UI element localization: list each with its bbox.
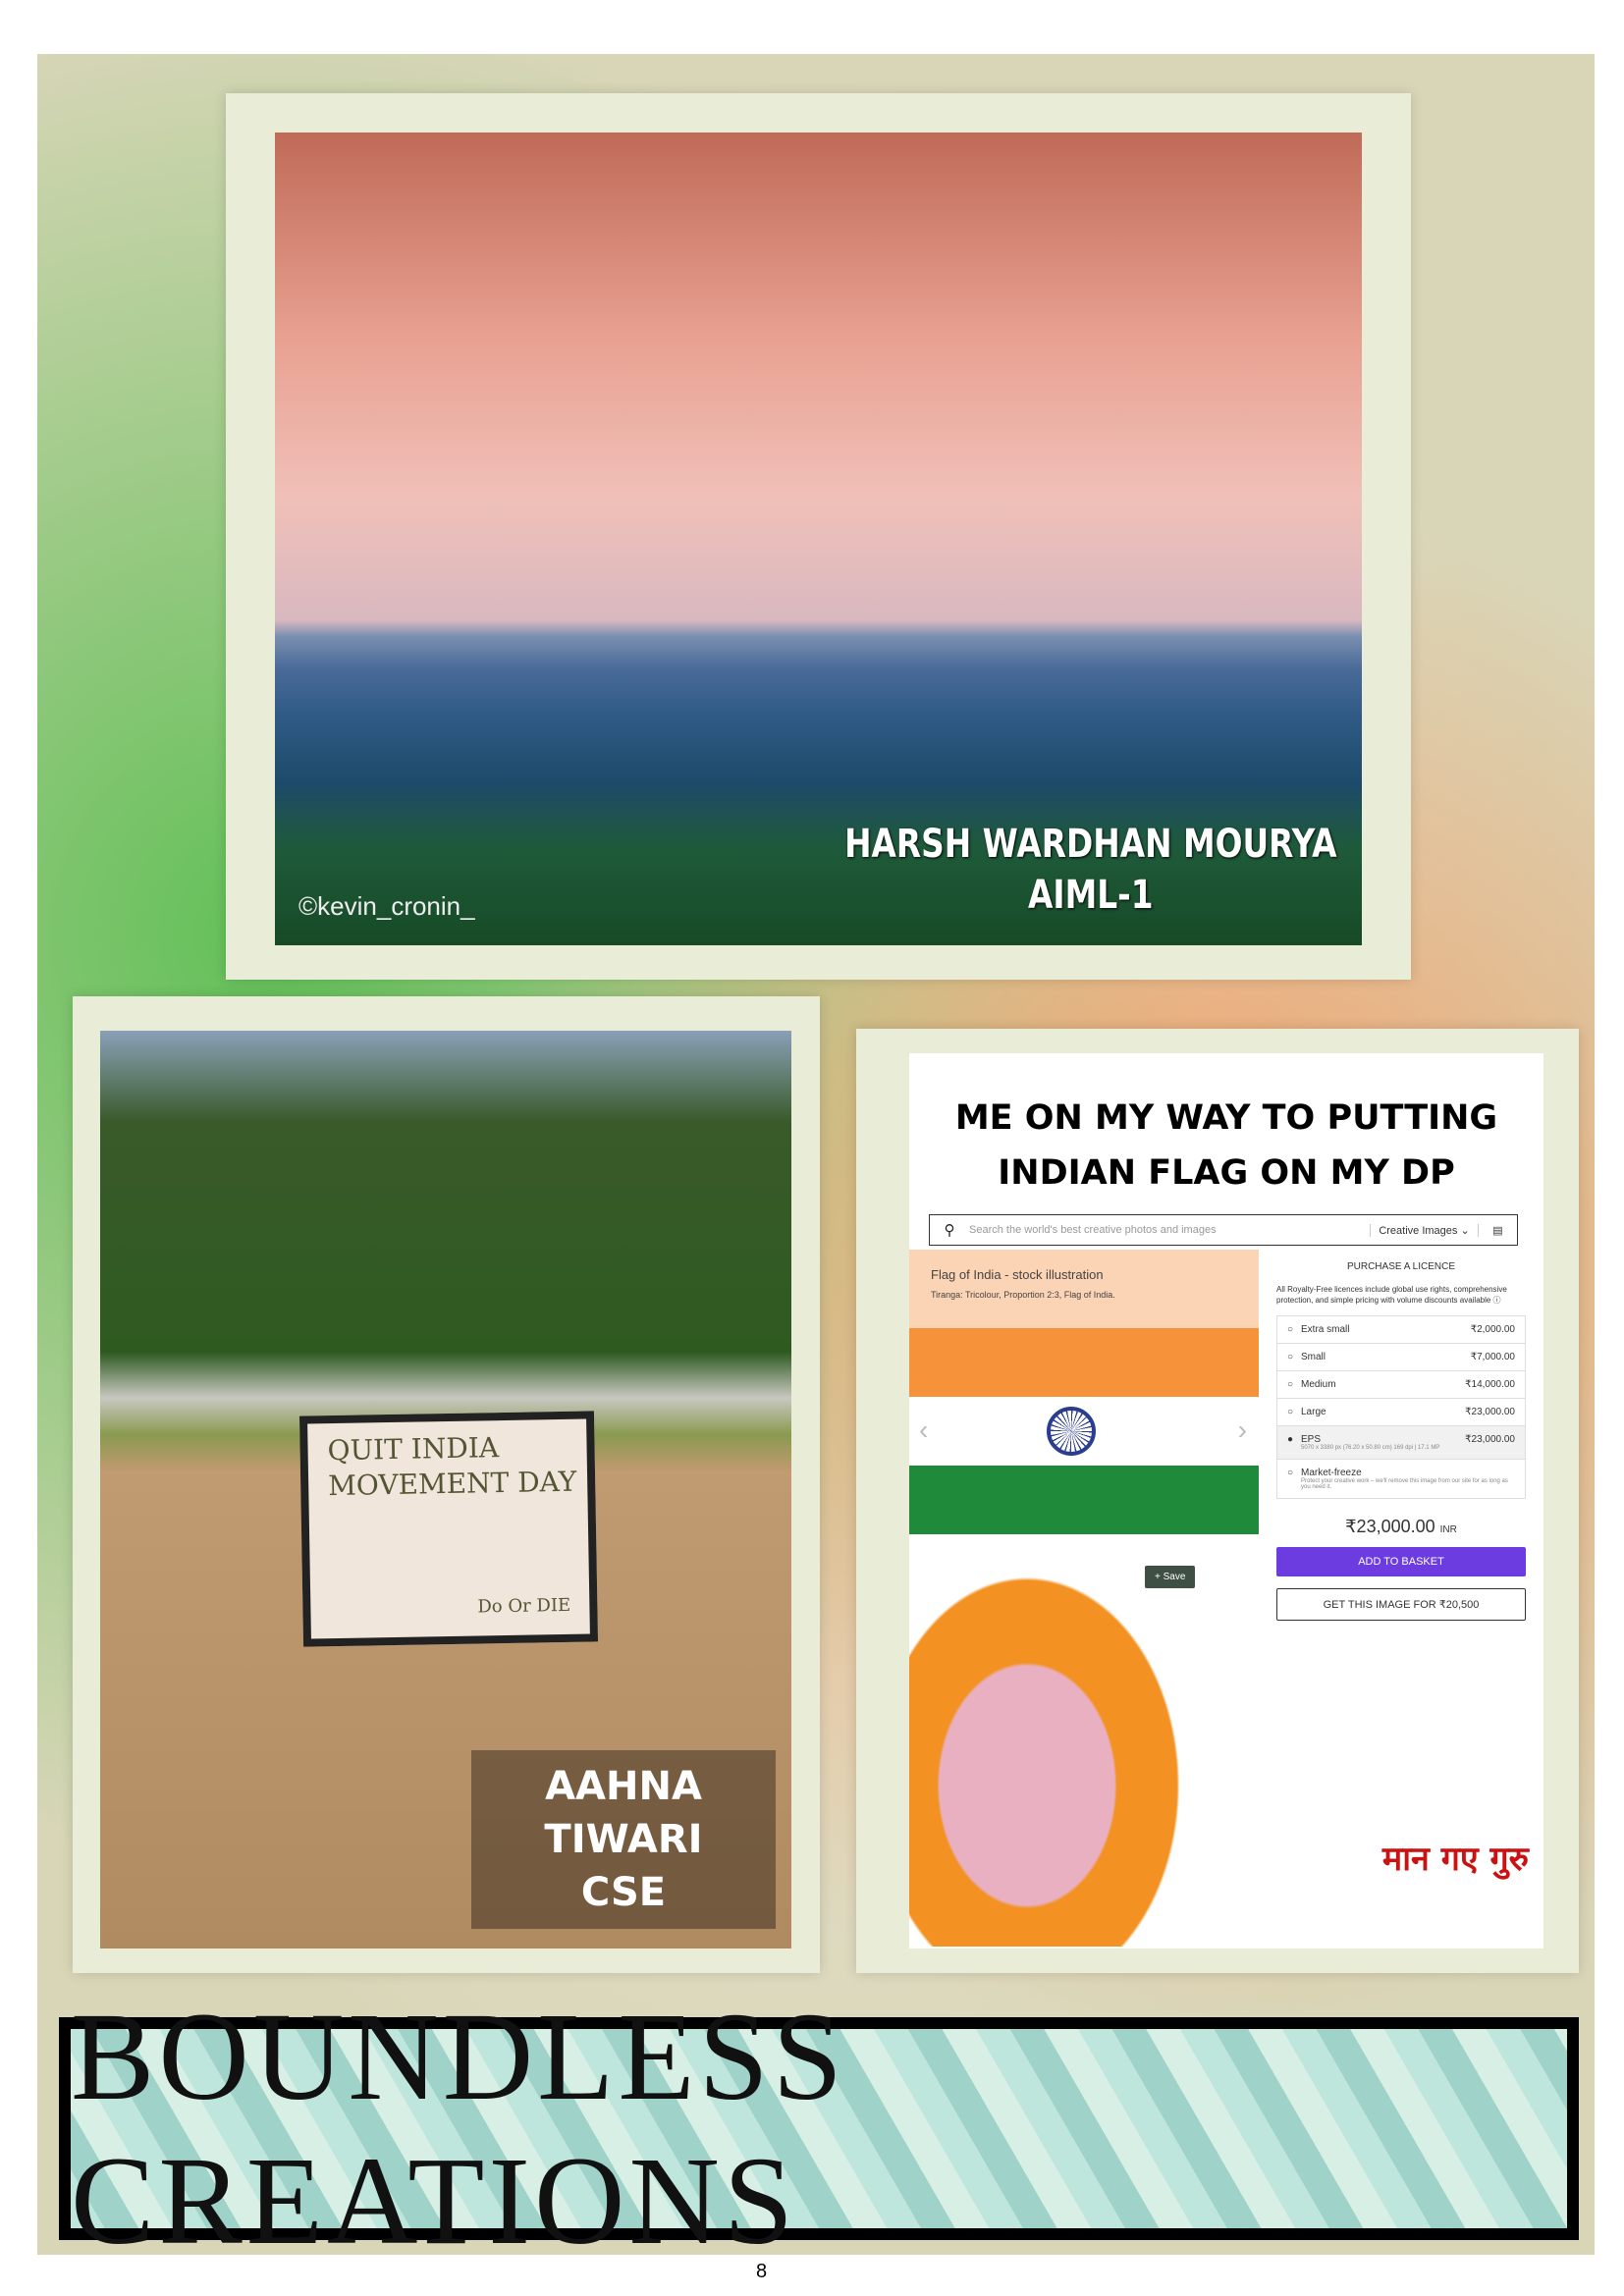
- option-name: Large: [1301, 1407, 1326, 1417]
- author-dept: AIML-1: [1028, 873, 1155, 918]
- basket-icon: ▤: [1478, 1223, 1517, 1237]
- category-dropdown: Creative Images ⌄: [1370, 1223, 1478, 1237]
- photo-credit: ©kevin_cronin_: [298, 891, 475, 921]
- option-price: ₹2,000.00: [1470, 1324, 1515, 1335]
- image-preview: Flag of India - stock illustration Tiran…: [909, 1250, 1259, 1949]
- purchase-panel: PURCHASE A LICENCE All Royalty-Free lice…: [1259, 1250, 1543, 1799]
- option-price: ₹14,000.00: [1465, 1379, 1515, 1390]
- meme-heading-line2: INDIAN FLAG ON MY DP: [998, 1153, 1455, 1193]
- photo-caption: AAHNA TIWARI CSE: [471, 1750, 776, 1929]
- author-dept: CSE: [580, 1870, 667, 1915]
- option-name: EPS: [1301, 1434, 1322, 1445]
- licence-option-selected: ● EPS 5070 x 3380 px (76.20 x 50.80 cm) 16…: [1276, 1425, 1526, 1459]
- purchase-title: PURCHASE A LICENCE: [1346, 1261, 1456, 1272]
- add-to-basket-button: ADD TO BASKET: [1276, 1547, 1526, 1576]
- author-name: HARSH WARDHAN MOURYA: [844, 822, 1337, 867]
- chevron-left-icon: ‹: [919, 1415, 929, 1445]
- image-title: Flag of India - stock illustration: [931, 1267, 1104, 1282]
- ashoka-chakra-icon: [1047, 1407, 1096, 1456]
- option-name: Market-freeze: [1301, 1468, 1362, 1478]
- currency: INR: [1439, 1524, 1457, 1535]
- option-name: Medium: [1301, 1379, 1336, 1390]
- flag-saffron: [909, 1328, 1259, 1397]
- licence-option: ○ Large ₹23,000.00: [1276, 1398, 1526, 1425]
- poster-line1: QUIT INDIA: [327, 1431, 500, 1468]
- licence-option: ○ Market-freeze Protect your creative work…: [1276, 1459, 1526, 1499]
- chevron-right-icon: ›: [1237, 1415, 1247, 1445]
- author-name: AAHNA TIWARI: [544, 1764, 703, 1862]
- option-detail: 5070 x 3380 px (76.20 x 50.80 cm) 169 dp…: [1301, 1445, 1440, 1451]
- poster-line2: MOVEMENT DAY: [327, 1465, 577, 1503]
- search-placeholder: Search the world's best creative photos …: [969, 1224, 1217, 1236]
- licence-option: ○ Small ₹7,000.00: [1276, 1343, 1526, 1370]
- licence-option: ○ Medium ₹14,000.00: [1276, 1370, 1526, 1398]
- flag-dp-meme: ME ON MY WAY TO PUTTING INDIAN FLAG ON M…: [909, 1053, 1543, 1949]
- meme-heading-line1: ME ON MY WAY TO PUTTING: [954, 1098, 1498, 1138]
- option-price: ₹23,000.00: [1465, 1407, 1515, 1417]
- total-price: ₹23,000.00 INR: [1276, 1517, 1526, 1537]
- search-icon: ⚲: [944, 1222, 955, 1239]
- quit-india-poster: QUIT INDIA MOVEMENT DAY Do Or DIE: [298, 1411, 599, 1647]
- option-price: ₹23,000.00: [1465, 1434, 1515, 1445]
- landscape-photo: ©kevin_cronin_ HARSH WARDHAN MOURYA AIML…: [275, 133, 1362, 945]
- option-detail: Protect your creative work – we'll remov…: [1301, 1478, 1508, 1490]
- ncc-cadets-photo: QUIT INDIA MOVEMENT DAY Do Or DIE AAHNA …: [100, 1031, 791, 1949]
- licence-option: ○ Extra small ₹2,000.00: [1276, 1315, 1526, 1343]
- meme-heading: ME ON MY WAY TO PUTTING INDIAN FLAG ON M…: [909, 1053, 1543, 1215]
- get-image-button: GET THIS IMAGE FOR ₹20,500: [1276, 1588, 1526, 1621]
- save-button: + Save: [1145, 1566, 1196, 1588]
- photo-caption: HARSH WARDHAN MOURYA AIML-1: [845, 819, 1337, 921]
- image-subtitle: Tiranga: Tricolour, Proportion 2:3, Flag…: [931, 1290, 1115, 1300]
- page-number: 8: [756, 2261, 768, 2282]
- option-name: Extra small: [1301, 1324, 1350, 1335]
- hindi-caption: मान गए गुरु: [1381, 1840, 1529, 1879]
- total-amount: ₹23,000.00: [1345, 1517, 1435, 1536]
- flag-green: [909, 1466, 1259, 1534]
- option-price: ₹7,000.00: [1470, 1352, 1515, 1362]
- title-banner: BOUNDLESS CREATIONS: [59, 1987, 1579, 2270]
- option-name: Small: [1301, 1352, 1326, 1362]
- search-bar: ⚲ Search the world's best creative photo…: [929, 1214, 1518, 1246]
- surprised-man-image: [909, 1544, 1204, 1947]
- banner-title: BOUNDLESS CREATIONS: [71, 1986, 846, 2270]
- purchase-description: All Royalty-Free licences include global…: [1276, 1285, 1507, 1305]
- poster-slogan: Do Or DIE: [477, 1594, 571, 1618]
- flag-white: ‹ ›: [909, 1397, 1259, 1466]
